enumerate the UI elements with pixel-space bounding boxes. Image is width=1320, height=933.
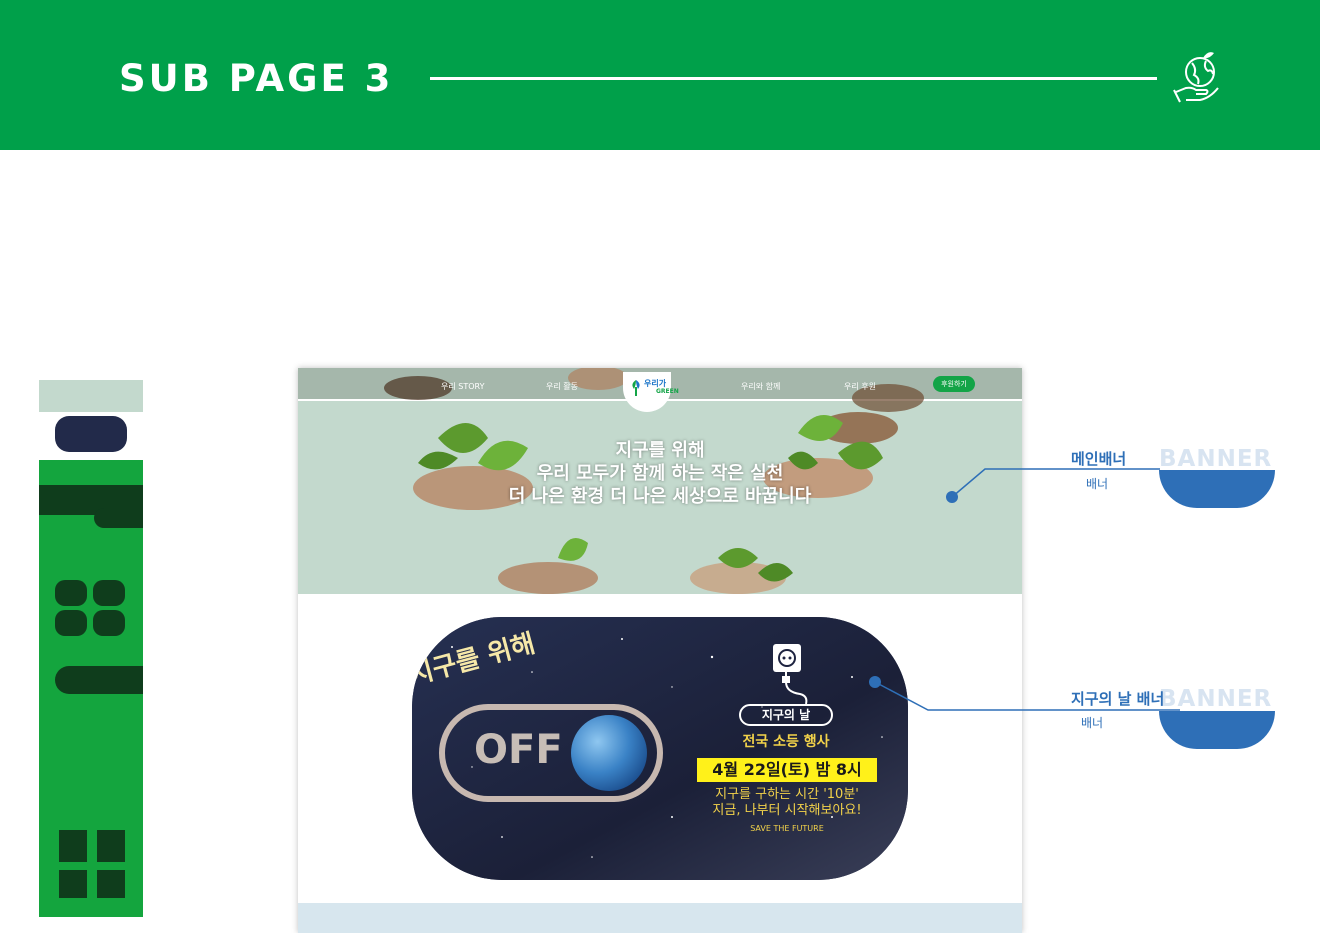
callout-subtitle: 배너: [1081, 716, 1104, 730]
callout-dot: [946, 491, 958, 503]
callout-subtitle: 배너: [1086, 477, 1109, 491]
callout-watermark: BANNER: [1159, 686, 1273, 712]
callout-title-main-banner: 메인배너: [1071, 450, 1127, 468]
callout-title-earth-day-banner: 지구의 날 배너: [1071, 690, 1165, 708]
callout-watermark: BANNER: [1159, 446, 1273, 472]
page: SUB PAGE 3 우리 STORY 우리 활동 우리와 함께 우리 후원 우…: [0, 0, 1320, 933]
callout-dot: [869, 676, 881, 688]
